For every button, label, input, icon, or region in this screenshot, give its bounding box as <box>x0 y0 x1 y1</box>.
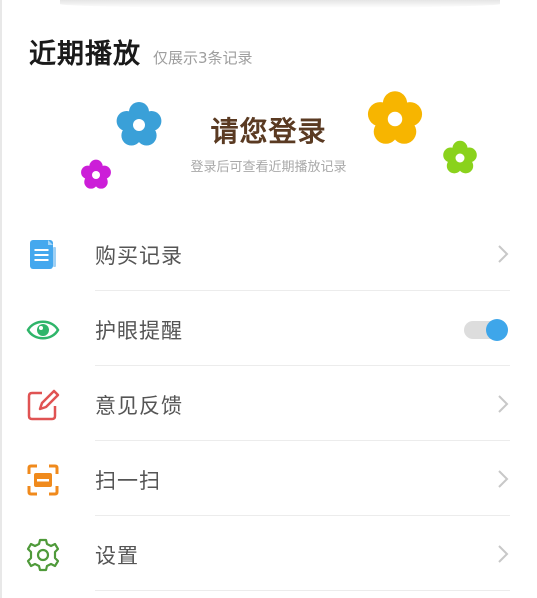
gear-icon <box>26 538 60 572</box>
menu-item-label: 护眼提醒 <box>95 319 183 343</box>
chevron-right-icon <box>498 245 509 263</box>
menu-item-feedback[interactable]: 意见反馈 <box>0 366 537 441</box>
chevron-right-icon <box>498 470 509 488</box>
eye-icon <box>26 320 60 340</box>
menu-item-label: 购买记录 <box>95 244 183 268</box>
chevron-right-icon <box>498 545 509 563</box>
login-hint: 登录后可查看近期播放记录 <box>190 160 347 175</box>
edit-icon <box>27 389 60 421</box>
toggle-knob <box>486 319 508 341</box>
eye-care-toggle[interactable] <box>464 319 508 341</box>
screen: 近期播放 仅展示3条记录 请您登录 登录后可查看近期播放记录 购买记录 护眼提醒… <box>0 0 537 598</box>
chevron-right-icon <box>498 395 509 413</box>
settings-menu: 购买记录 护眼提醒 意见反馈 扫一扫 设置 <box>0 216 537 591</box>
document-icon <box>30 240 56 269</box>
menu-item-eye-care: 护眼提醒 <box>0 291 537 366</box>
recent-play-subtitle: 仅展示3条记录 <box>153 49 253 67</box>
login-title: 请您登录 <box>210 115 327 148</box>
menu-item-label: 扫一扫 <box>95 469 161 493</box>
top-shadow <box>60 0 500 8</box>
menu-item-label: 意见反馈 <box>95 394 183 418</box>
menu-item-settings[interactable]: 设置 <box>0 516 537 591</box>
scan-icon <box>27 464 59 496</box>
recent-play-header: 近期播放 仅展示3条记录 <box>29 32 253 71</box>
menu-item-scan[interactable]: 扫一扫 <box>0 441 537 516</box>
menu-item-label: 设置 <box>95 544 139 568</box>
menu-item-purchase-history[interactable]: 购买记录 <box>0 216 537 291</box>
login-prompt[interactable]: 请您登录 登录后可查看近期播放记录 <box>0 88 537 198</box>
recent-play-title: 近期播放 <box>29 39 141 70</box>
divider <box>95 590 510 591</box>
